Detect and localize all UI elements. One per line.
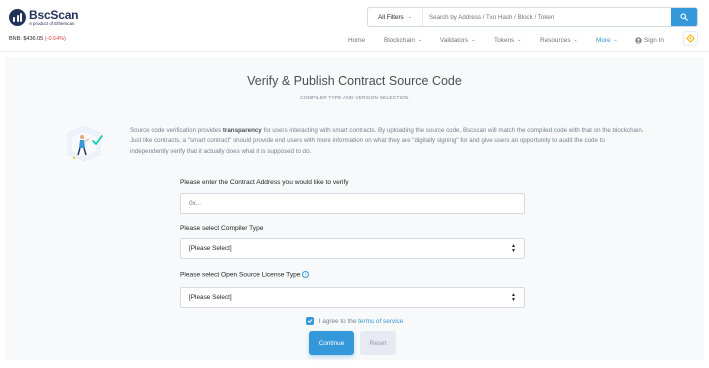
select-arrows-icon: ▲ ▼ xyxy=(511,243,516,254)
user-circle-icon xyxy=(635,36,642,44)
logo-tagline: A product of Etherscan xyxy=(29,21,75,26)
nav-sign-in[interactable]: Sign In xyxy=(635,35,664,45)
chevron-down-icon: ⌄ xyxy=(470,37,476,43)
nav-blockchain[interactable]: Blockchain ⌄ xyxy=(384,35,422,45)
nav-validators[interactable]: Validators ⌄ xyxy=(440,35,475,45)
nav-resources[interactable]: Resources ⌄ xyxy=(540,35,578,45)
license-type-select[interactable]: [Please Select] ▲ ▼ xyxy=(180,287,525,308)
terms-of-service-link[interactable]: terms of service xyxy=(358,318,403,325)
search-button[interactable] xyxy=(671,8,697,26)
nav-more-label: More xyxy=(596,36,611,44)
chevron-down-icon: ⌄ xyxy=(407,14,412,20)
search-icon xyxy=(680,13,688,21)
nav-home[interactable]: Home xyxy=(348,35,365,45)
site-header: BscScan A product of Etherscan BNB: $436… xyxy=(0,0,709,52)
compiler-type-value: [Please Select] xyxy=(189,245,232,252)
nav-resources-label: Resources xyxy=(540,36,571,44)
logo-name: BscScan xyxy=(29,8,79,22)
page-title: Verify & Publish Contract Source Code xyxy=(247,74,462,88)
compiler-type-label: Please select Compiler Type xyxy=(180,225,264,232)
terms-text: I agree to the xyxy=(318,317,359,325)
contract-address-label: Please enter the Contract Address you wo… xyxy=(180,179,349,186)
info-icon[interactable]: i xyxy=(302,271,310,278)
nav-sign-in-label: Sign In xyxy=(644,36,664,44)
nav-more[interactable]: More ⌄ xyxy=(596,35,618,45)
search-bar: All Filters ⌄ xyxy=(367,7,698,27)
terms-agreement: I agree to the terms of service xyxy=(0,317,709,325)
bnb-price-change: (-0.64%) xyxy=(44,36,66,42)
select-arrows-icon: ▲ ▼ xyxy=(511,292,516,303)
chevron-down-icon: ⌄ xyxy=(613,37,618,43)
bnb-icon xyxy=(686,34,695,43)
terms-checkbox[interactable] xyxy=(305,317,314,325)
contract-address-input[interactable] xyxy=(180,193,525,214)
nav-tokens-label: Tokens xyxy=(494,36,515,44)
search-filter-label: All Filters xyxy=(378,13,404,21)
verification-illustration xyxy=(67,125,103,162)
bnb-price: BNB: $436.05 (-0.64%) xyxy=(9,36,66,42)
compiler-type-select[interactable]: [Please Select] ▲ ▼ xyxy=(180,238,525,259)
bnb-network-button[interactable] xyxy=(683,31,698,46)
nav-blockchain-label: Blockchain xyxy=(384,36,415,44)
logo-icon xyxy=(9,9,26,27)
page-subtitle: COMPILER TYPE AND VERSION SELECTION xyxy=(300,96,409,101)
license-type-label: Please select Open Source License Type i xyxy=(180,271,310,279)
nav-validators-label: Validators xyxy=(440,36,468,44)
search-filter-dropdown[interactable]: All Filters ⌄ xyxy=(368,8,423,26)
chevron-down-icon: ⌄ xyxy=(517,37,522,43)
bscscan-logo[interactable]: BscScan A product of Etherscan xyxy=(9,9,78,27)
chevron-down-icon: ⌄ xyxy=(573,37,578,43)
description-emphasis: transparency xyxy=(222,127,262,134)
nav-tokens[interactable]: Tokens ⌄ xyxy=(494,35,521,45)
license-type-label-text: Please select Open Source License Type xyxy=(180,271,301,279)
continue-button[interactable]: Continue xyxy=(309,331,354,355)
verification-description: Source code verification provides transp… xyxy=(130,126,645,157)
description-text-start: Source code verification provides xyxy=(130,127,223,134)
nav-home-label: Home xyxy=(348,36,366,44)
search-input[interactable] xyxy=(423,8,671,26)
checkmark-icon xyxy=(307,319,312,323)
bnb-price-value: BNB: $436.05 xyxy=(9,36,44,42)
license-type-value: [Please Select] xyxy=(189,294,232,301)
chevron-down-icon: ⌄ xyxy=(417,37,423,43)
reset-button[interactable]: Reset xyxy=(360,331,396,355)
